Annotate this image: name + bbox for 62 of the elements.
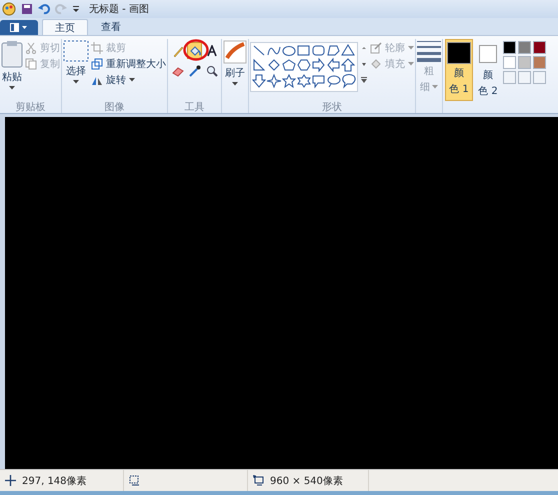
group-label: 形状: [321, 100, 343, 113]
color-button[interactable]: 颜 色 1: [445, 39, 473, 101]
canvas-size: 960 × 540像素: [270, 474, 343, 488]
pencil-icon: [172, 44, 184, 56]
group-label: 工具: [184, 101, 206, 113]
palette-swatch[interactable]: [533, 41, 546, 54]
undo-icon[interactable]: [38, 3, 50, 15]
file-menu-button[interactable]: [0, 20, 38, 35]
empty-swatch[interactable]: [503, 71, 516, 84]
color-button[interactable]: 颜 色 2: [474, 39, 502, 101]
palette-swatch[interactable]: [503, 41, 516, 54]
canvas-size-icon: [253, 475, 264, 486]
paste-button[interactable]: 粘贴: [1, 39, 23, 100]
paintbrush-icon: [223, 40, 247, 64]
palette-swatch[interactable]: [518, 41, 531, 54]
palette-swatch[interactable]: [518, 56, 531, 69]
line-thickness-icon: [417, 40, 441, 62]
color-picker-icon: [188, 64, 200, 76]
palette-swatch[interactable]: [533, 56, 546, 69]
caret-icon: [408, 62, 414, 66]
ribbon-tab[interactable]: 主页: [42, 19, 88, 35]
group-label: 剪贴板: [14, 100, 46, 113]
window-title: 无标题 - 画图: [89, 2, 149, 16]
empty-swatch[interactable]: [518, 71, 531, 84]
group-label: 图像: [104, 101, 126, 113]
cursor-position: 297, 148像素: [22, 474, 87, 488]
rotate-button[interactable]: 旋转: [91, 73, 166, 87]
caret-icon: [408, 46, 414, 50]
selection-size-icon: [129, 475, 140, 486]
caret-icon: [432, 85, 438, 89]
annotation-circle: [183, 39, 209, 61]
dropdown-icon[interactable]: [72, 5, 80, 13]
brushes-button[interactable]: 刷子: [223, 39, 247, 113]
cursor-position-icon: [5, 475, 16, 486]
select-button[interactable]: 选择: [63, 39, 89, 100]
empty-swatch[interactable]: [533, 71, 546, 84]
caret-icon: [129, 78, 135, 82]
text-tool-icon: [206, 44, 218, 56]
magnifier-icon: [206, 64, 218, 76]
resize-button[interactable]: 重新调整大小: [91, 57, 166, 71]
crop-icon: [91, 42, 103, 54]
caret-icon: [232, 82, 238, 86]
caret-icon: [9, 86, 15, 90]
resize-icon: [91, 58, 103, 70]
eraser-icon: [172, 64, 184, 76]
clipboard-icon: [1, 40, 23, 68]
paint-bucket-icon: [188, 44, 200, 56]
ribbon-tab[interactable]: 查看: [88, 19, 134, 35]
fill-icon: [370, 58, 382, 70]
shapes-gallery-drawing[interactable]: [250, 42, 358, 92]
scroll-down-icon[interactable]: [360, 60, 368, 68]
scroll-up-icon[interactable]: [360, 44, 368, 52]
palette-swatch[interactable]: [503, 56, 516, 69]
scissors-icon: [25, 42, 37, 54]
selection-icon: [63, 40, 89, 62]
caret-icon: [73, 80, 79, 84]
paint-app-icon[interactable]: [2, 2, 16, 16]
outline-icon: [370, 42, 382, 54]
copy-icon: [25, 58, 37, 70]
menu-icon: [10, 23, 28, 32]
expand-icon[interactable]: [360, 76, 368, 84]
save-icon[interactable]: [21, 3, 33, 15]
